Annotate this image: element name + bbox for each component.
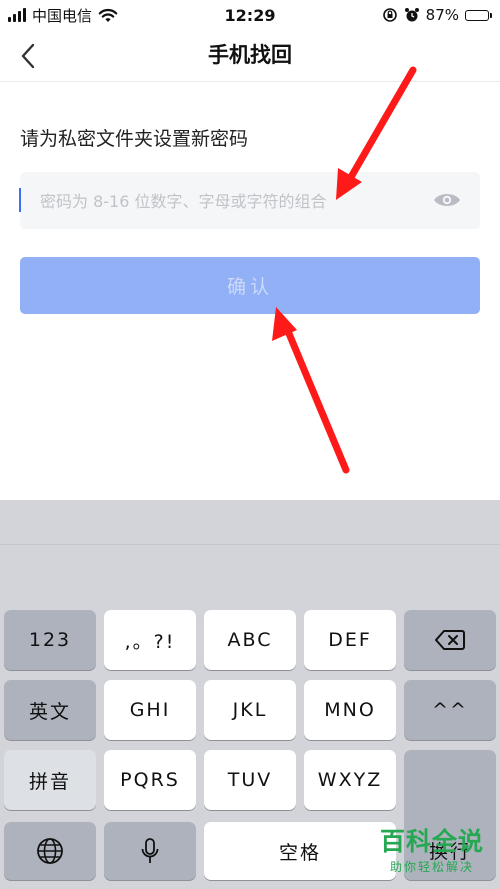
key-def[interactable]: DEF bbox=[304, 610, 396, 670]
text-caret bbox=[19, 188, 21, 212]
status-left: 中国电信 bbox=[8, 5, 118, 26]
key-wxyz[interactable]: WXYZ bbox=[304, 750, 396, 810]
battery-icon bbox=[465, 9, 492, 21]
microphone-icon bbox=[141, 838, 159, 863]
key-return[interactable]: 换行 bbox=[404, 750, 496, 880]
key-123[interactable]: 123 bbox=[4, 610, 96, 670]
key-pqrs[interactable]: PQRS bbox=[104, 750, 196, 810]
key-english[interactable]: 英文 bbox=[4, 680, 96, 740]
key-pinyin[interactable]: 拼音 bbox=[4, 750, 96, 810]
battery-percent: 87% bbox=[425, 6, 459, 24]
status-bar: 中国电信 12:29 87% bbox=[0, 0, 500, 30]
key-microphone[interactable] bbox=[104, 822, 196, 880]
delete-icon bbox=[435, 630, 465, 650]
key-ghi[interactable]: GHI bbox=[104, 680, 196, 740]
key-punctuation[interactable]: ,。?! bbox=[104, 610, 196, 670]
page-title: 手机找回 bbox=[208, 43, 292, 67]
chevron-left-icon bbox=[21, 43, 35, 69]
key-delete[interactable] bbox=[404, 610, 496, 670]
arrow-to-button-icon bbox=[272, 307, 350, 474]
alarm-icon bbox=[404, 7, 420, 23]
globe-icon bbox=[37, 838, 63, 864]
status-right: 87% bbox=[382, 6, 492, 24]
suggestion-bar bbox=[0, 500, 500, 545]
confirm-button[interactable]: 确认 bbox=[20, 257, 480, 314]
key-globe[interactable] bbox=[4, 822, 96, 880]
rotation-lock-icon bbox=[382, 7, 398, 23]
password-input[interactable] bbox=[38, 172, 432, 231]
key-jkl[interactable]: JKL bbox=[204, 680, 296, 740]
key-space[interactable]: 空格 bbox=[204, 822, 396, 880]
back-button[interactable] bbox=[12, 40, 44, 72]
key-tuv[interactable]: TUV bbox=[204, 750, 296, 810]
wifi-icon bbox=[98, 8, 118, 23]
carrier-name: 中国电信 bbox=[32, 6, 93, 25]
nav-bar: 手机找回 bbox=[0, 30, 500, 82]
key-abc[interactable]: ABC bbox=[204, 610, 296, 670]
password-prompt: 请为私密文件夹设置新密码 bbox=[20, 128, 249, 150]
password-field[interactable] bbox=[20, 172, 480, 231]
key-mno[interactable]: MNO bbox=[304, 680, 396, 740]
key-emoticon[interactable]: ^^ bbox=[404, 680, 496, 740]
signal-icon bbox=[8, 8, 26, 22]
eye-icon[interactable] bbox=[432, 189, 462, 211]
